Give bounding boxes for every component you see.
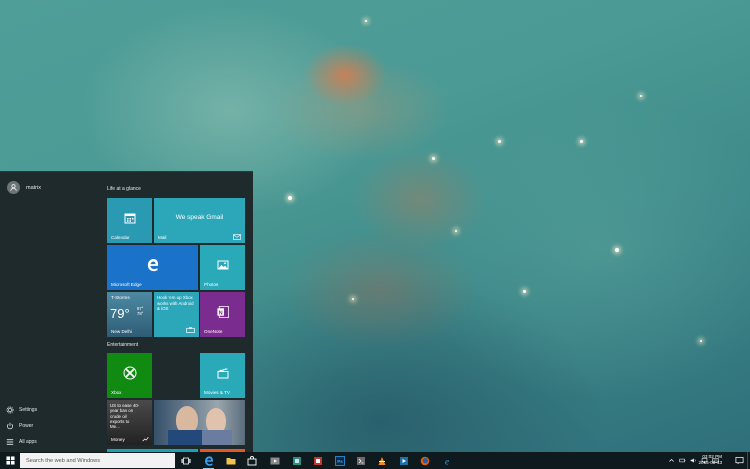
onenote-icon: N xyxy=(216,306,229,319)
tile-news[interactable] xyxy=(154,400,245,445)
envelope-icon xyxy=(233,234,241,240)
tile-store[interactable]: Hook 'em up Xbox works with Android & iO… xyxy=(154,292,199,337)
tile-xbox[interactable]: Xbox xyxy=(107,353,152,398)
weather-city: New Delhi xyxy=(111,329,132,334)
taskbar: Search the web and Windows Ps e 03:02 PM… xyxy=(0,452,750,469)
picture-icon xyxy=(217,260,228,270)
user-account[interactable]: matrix xyxy=(7,181,41,194)
weather-low: 78° xyxy=(137,311,144,316)
edge-icon[interactable] xyxy=(202,454,215,469)
all-apps-button[interactable]: All apps xyxy=(5,436,37,448)
edge-e-icon xyxy=(147,259,158,272)
tile-onenote[interactable]: N OneNote xyxy=(200,292,245,337)
firefox-icon[interactable] xyxy=(418,454,431,467)
clapperboard-icon xyxy=(217,368,228,379)
tile-mail[interactable]: We speak Gmail Mail xyxy=(154,198,245,243)
vlc-icon[interactable] xyxy=(375,454,388,467)
person-icon xyxy=(10,184,17,191)
star xyxy=(365,20,367,22)
mail-headline: We speak Gmail xyxy=(175,214,224,221)
windows-logo-icon xyxy=(5,456,15,465)
star xyxy=(615,248,619,252)
notification-icon[interactable] xyxy=(735,456,744,465)
clock-date: 2015-08-13 xyxy=(698,460,723,465)
star xyxy=(640,95,642,97)
weather-condition: T-Storms xyxy=(111,295,130,300)
tile-movies-label: Movies & TV xyxy=(204,390,230,395)
xbox-icon xyxy=(123,366,136,380)
photoshop-icon[interactable]: Ps xyxy=(333,454,346,467)
store-bag-icon xyxy=(186,327,195,333)
dev-tool-icon[interactable] xyxy=(354,454,367,467)
internet-explorer-icon[interactable]: e xyxy=(440,454,453,467)
file-explorer-icon[interactable] xyxy=(224,454,237,467)
video-editor-icon[interactable] xyxy=(397,454,410,467)
tile-microsoft-edge[interactable]: Microsoft Edge xyxy=(107,245,198,290)
tile-photos-label: Photos xyxy=(204,282,219,287)
tile-xbox-label: Xbox xyxy=(111,390,122,395)
power-icon xyxy=(5,422,14,431)
group-title-life: Life at a glance xyxy=(107,186,141,192)
star xyxy=(352,298,354,300)
star xyxy=(523,290,526,293)
windows-app-icon[interactable] xyxy=(311,454,324,467)
volume-icon[interactable] xyxy=(690,457,697,464)
tile-weather[interactable]: T-Storms 79° 87° 78° New Delhi xyxy=(107,292,152,337)
avatar xyxy=(7,181,20,194)
all-apps-label: All apps xyxy=(19,439,37,445)
task-view-icon[interactable] xyxy=(179,454,192,467)
chevron-up-icon[interactable] xyxy=(668,457,675,464)
battery-icon[interactable] xyxy=(679,457,686,464)
clock[interactable]: 03:02 PM 2015-08-13 xyxy=(699,454,723,466)
star xyxy=(580,140,583,143)
tile-onenote-label: OneNote xyxy=(204,329,223,334)
list-icon xyxy=(5,438,14,447)
media-player-icon[interactable] xyxy=(268,454,281,467)
star xyxy=(498,140,501,143)
tile-calendar[interactable]: Calendar xyxy=(107,198,152,243)
power-button[interactable]: Power xyxy=(5,420,33,432)
tile-money-label: Money xyxy=(111,437,125,442)
svg-text:N: N xyxy=(218,311,222,317)
tile-edge-label: Microsoft Edge xyxy=(111,282,142,287)
money-headline: US to ease 40-year ban on crude oil expo… xyxy=(110,403,140,430)
group-title-entertainment: Entertainment xyxy=(107,342,139,348)
news-photo-clothing xyxy=(202,430,232,445)
tile-mail-label: Mail xyxy=(158,235,167,240)
weather-temperature: 79° xyxy=(110,306,130,321)
tile-movies-tv[interactable]: Movies & TV xyxy=(200,353,245,398)
chart-icon xyxy=(142,437,149,442)
tile-calendar-label: Calendar xyxy=(111,235,130,240)
user-name: matrix xyxy=(26,184,41,191)
hook-text: Hook 'em up Xbox works with Android & iO… xyxy=(157,295,194,311)
start-button[interactable] xyxy=(0,452,20,469)
search-box[interactable]: Search the web and Windows xyxy=(20,453,175,468)
power-label: Power xyxy=(19,423,34,429)
star xyxy=(700,340,702,342)
weather-high-low: 87° 78° xyxy=(137,306,143,316)
start-menu: matrix Settings Power All apps Life at a… xyxy=(0,171,253,453)
svg-text:Ps: Ps xyxy=(337,459,343,464)
tile-photos[interactable]: Photos xyxy=(200,245,245,290)
settings-button[interactable]: Settings xyxy=(5,404,37,416)
store-icon[interactable] xyxy=(245,454,258,467)
search-placeholder: Search the web and Windows xyxy=(26,457,101,464)
star xyxy=(455,230,457,232)
gear-icon xyxy=(5,406,14,415)
star xyxy=(432,157,435,160)
calendar-icon xyxy=(124,213,135,224)
tile-money[interactable]: US to ease 40-year ban on crude oil expo… xyxy=(107,400,152,445)
svg-text:e: e xyxy=(445,456,449,466)
start-left-pane: matrix Settings Power All apps xyxy=(0,172,103,453)
settings-label: Settings xyxy=(19,407,38,413)
app-icon[interactable] xyxy=(290,454,303,467)
star xyxy=(288,196,292,200)
